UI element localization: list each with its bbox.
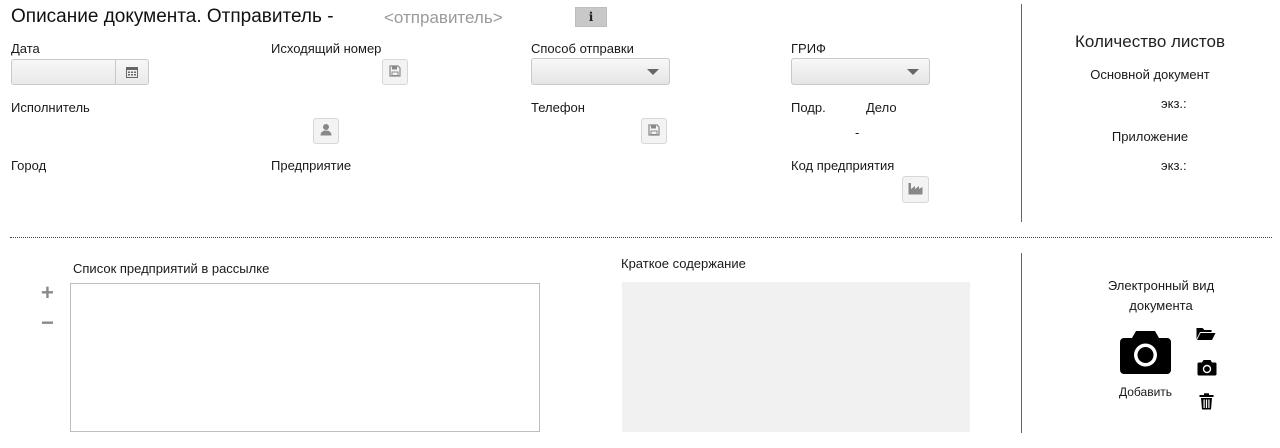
save-icon (648, 123, 660, 139)
add-enterprise-button[interactable]: + (41, 282, 54, 304)
attachment-copies-label: экз.: (1161, 158, 1187, 173)
remove-enterprise-button[interactable]: − (41, 312, 54, 334)
add-scan-button[interactable] (1119, 328, 1172, 378)
page-title: Описание документа. Отправитель - (11, 6, 334, 27)
electronic-title-line2: документа (1129, 298, 1193, 313)
case-separator: - (855, 125, 860, 140)
electronic-title: Электронный вид документа (1022, 276, 1280, 316)
add-scan-label[interactable]: Добавить (1119, 385, 1172, 399)
grif-select[interactable] (791, 58, 930, 85)
chevron-down-icon (907, 69, 919, 75)
enterprise-code-label: Код предприятия (791, 158, 895, 173)
section-divider (10, 237, 1272, 238)
date-field[interactable] (11, 59, 149, 85)
delivery-method-label: Способ отправки (531, 41, 634, 56)
select-enterprise-button[interactable] (902, 176, 929, 203)
open-file-button[interactable] (1196, 326, 1216, 344)
chevron-down-icon (647, 69, 659, 75)
mailing-list-title: Список предприятий в рассылке (73, 261, 270, 276)
save-icon (389, 64, 401, 80)
date-label: Дата (11, 41, 40, 56)
user-icon (320, 123, 332, 139)
executor-label: Исполнитель (11, 100, 90, 115)
summary-textarea[interactable] (622, 282, 970, 432)
outgoing-number-label: Исходящий номер (271, 41, 382, 56)
phone-label: Телефон (531, 100, 585, 115)
trash-icon (1199, 393, 1214, 413)
scan-button[interactable] (1197, 359, 1217, 379)
camera-icon (1119, 331, 1172, 378)
main-copies-label: экз.: (1161, 96, 1187, 111)
subdivision-label: Подр. (791, 100, 826, 115)
factory-icon (908, 182, 923, 198)
electronic-title-line1: Электронный вид (1107, 278, 1215, 293)
delivery-method-select[interactable] (531, 58, 670, 85)
camera-icon (1197, 360, 1217, 379)
case-label: Дело (866, 100, 897, 115)
calendar-icon[interactable] (115, 60, 148, 84)
folder-open-icon (1196, 328, 1216, 344)
main-document-label: Основной документ (1090, 67, 1210, 82)
phone-save-button[interactable] (641, 118, 667, 144)
city-label: Город (11, 158, 47, 173)
attachment-label: Приложение (1111, 129, 1189, 144)
enterprise-label: Предприятие (271, 158, 352, 173)
delete-file-button[interactable] (1199, 393, 1214, 413)
sheets-title: Количество листов (1074, 32, 1225, 51)
mailing-list[interactable] (70, 283, 540, 432)
summary-title: Краткое содержание (621, 256, 746, 271)
grif-label: ГРИФ (791, 41, 826, 56)
info-button[interactable]: i (575, 7, 607, 27)
sender-placeholder[interactable]: <отправитель> (384, 8, 503, 28)
outgoing-number-save-button[interactable] (382, 59, 408, 85)
select-executor-button[interactable] (313, 118, 339, 144)
